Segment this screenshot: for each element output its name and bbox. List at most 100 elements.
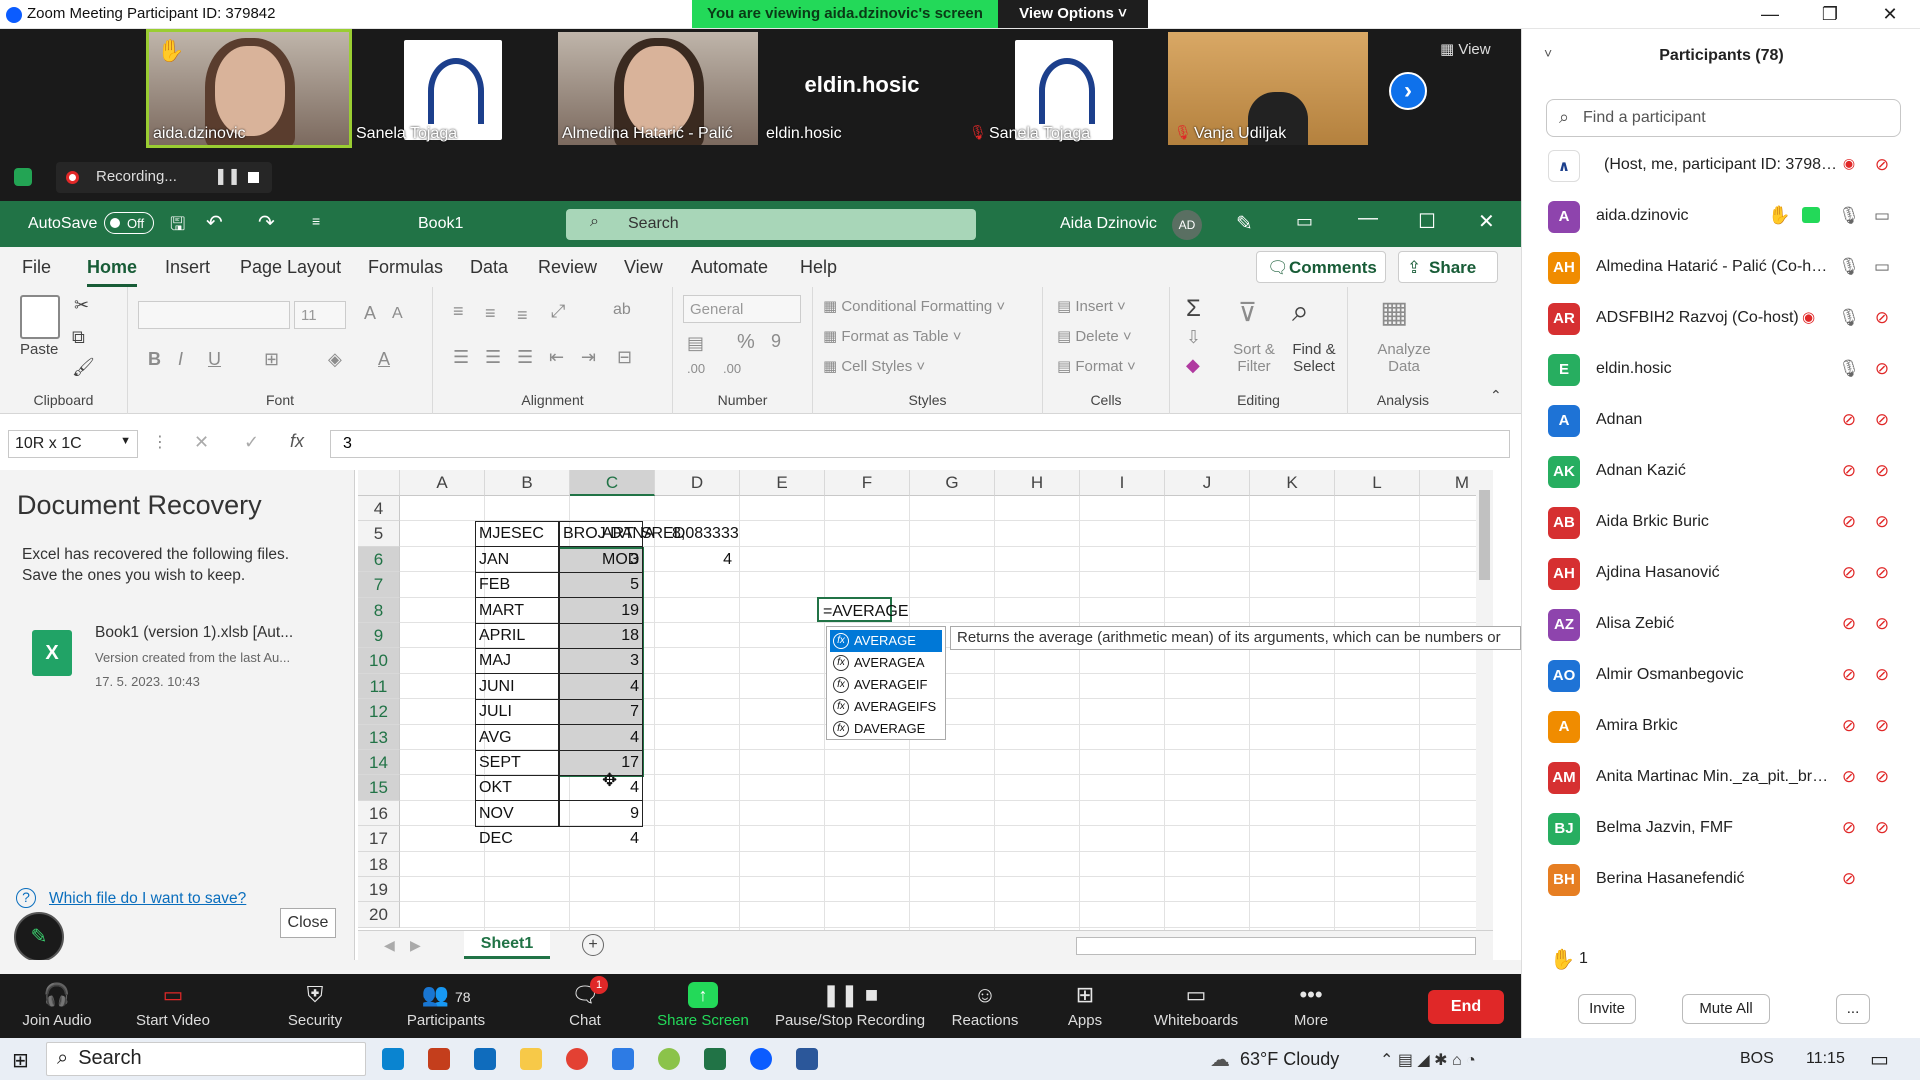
row-header[interactable]: 16 <box>358 800 400 827</box>
ribbon-display-icon[interactable]: ▭ <box>1296 211 1313 232</box>
table-cell[interactable]: MAJ <box>475 648 559 673</box>
autocomplete-item[interactable]: fx AVERAGEA <box>830 652 942 674</box>
increase-decimal-icon[interactable]: .00 <box>687 361 705 376</box>
video-tile[interactable]: ✋ aida.dzinovic <box>146 29 352 148</box>
italic-icon[interactable]: I <box>178 349 183 370</box>
insert-cells-button[interactable]: ▤ Insert ˅ <box>1057 297 1126 315</box>
column-header[interactable]: L <box>1335 470 1420 496</box>
tab-file[interactable]: File <box>22 257 51 278</box>
xl-maximize-icon[interactable]: ☐ <box>1418 209 1436 234</box>
format-as-table-button[interactable]: ▦ Format as Table ˅ <box>823 327 962 345</box>
paste-label[interactable]: Paste <box>20 341 58 358</box>
find-select-icon[interactable]: ⌕ <box>1292 295 1309 329</box>
row-header[interactable]: 13 <box>358 724 400 750</box>
language-indicator[interactable]: BOS <box>1740 1050 1774 1068</box>
undo-icon[interactable]: ↶ <box>206 210 223 235</box>
redo-icon[interactable]: ↷ <box>258 210 275 235</box>
autosave-toggle[interactable]: Off <box>104 212 154 234</box>
cell-F8-editing[interactable]: =AVERAGE <box>817 597 909 623</box>
comments-button[interactable]: 🗨 Comments <box>1256 251 1386 283</box>
annotate-pencil-icon[interactable]: ✎ <box>14 912 64 962</box>
more-options-button[interactable]: ... <box>1836 994 1870 1024</box>
sort-filter-button[interactable]: Sort & Filter <box>1232 341 1276 375</box>
search-box[interactable]: ⌕ Search <box>566 209 976 240</box>
participant-row[interactable]: AH Ajdina Hasanović ⊘ ⊘ <box>1522 548 1902 599</box>
conditional-formatting-button[interactable]: ▦ Conditional Formatting ˅ <box>823 297 1005 315</box>
font-color-icon[interactable]: A <box>378 349 390 370</box>
column-header[interactable]: G <box>910 470 995 496</box>
wrap-text-icon[interactable]: ab <box>613 301 631 319</box>
cancel-icon[interactable]: ✕ <box>194 432 209 453</box>
save-icon[interactable]: 🖫 <box>170 212 185 242</box>
row-header[interactable]: 9 <box>358 623 400 649</box>
close-icon[interactable]: ✕ <box>1860 0 1920 29</box>
mute-all-button[interactable]: Mute All <box>1682 994 1770 1024</box>
row-header[interactable]: 18 <box>358 851 400 877</box>
tab-page-layout[interactable]: Page Layout <box>240 257 341 278</box>
table-cell[interactable]: OKT <box>475 775 559 800</box>
delete-cells-button[interactable]: ▤ Delete ˅ <box>1057 327 1132 345</box>
borders-icon[interactable]: ⊞ <box>264 349 279 370</box>
align-right-icon[interactable]: ☰ <box>517 347 533 368</box>
table-cell[interactable]: FEB <box>475 572 559 597</box>
cell-F6[interactable]: 4 <box>668 547 736 572</box>
participant-row[interactable]: Eeldin.hosic 🎙 ⊘ <box>1522 344 1902 395</box>
table-cell[interactable]: 7 <box>559 699 643 724</box>
video-tile[interactable]: Vanja Udiljak 🎙 <box>1168 32 1368 145</box>
table-cell[interactable]: 19 <box>559 598 643 623</box>
participant-row[interactable]: AK Adnan Kazić ⊘ ⊘ <box>1522 446 1902 497</box>
insert-function-icon[interactable]: fx <box>290 431 304 452</box>
view-options-button[interactable]: View Options ˅ <box>998 0 1148 28</box>
participant-row[interactable]: A Amira Brkic ⊘ ⊘ <box>1522 701 1902 752</box>
recovery-close-button[interactable]: Close <box>280 908 336 938</box>
table-cell[interactable]: 4 <box>559 674 643 699</box>
participant-row[interactable]: Aaida.dzinovic 🎙 ▭ ✋ <box>1522 191 1902 242</box>
share-screen-button[interactable]: ↑ Share Screen <box>648 974 758 1038</box>
xl-minimize-icon[interactable]: — <box>1358 207 1378 230</box>
more-button[interactable]: ••• More <box>1266 974 1356 1038</box>
fill-color-icon[interactable]: ◈ <box>328 349 342 370</box>
row-header[interactable]: 12 <box>358 699 400 725</box>
cell-E6[interactable]: MOD <box>598 547 643 572</box>
align-top-icon[interactable]: ≡ <box>453 301 464 322</box>
table-header[interactable]: MJESEC <box>475 521 559 546</box>
tab-view[interactable]: View <box>624 257 663 278</box>
row-header[interactable]: 4 <box>358 496 400 522</box>
next-sheet-icon[interactable]: ▶ <box>410 937 421 954</box>
edge-icon[interactable] <box>382 1048 404 1070</box>
taskbar-search[interactable]: ⌕ Search <box>46 1042 366 1076</box>
stop-icon[interactable] <box>248 172 259 183</box>
font-size-select[interactable]: 11 <box>294 301 346 329</box>
select-all-corner[interactable] <box>358 470 400 496</box>
autocomplete-item[interactable]: fx AVERAGE <box>830 630 942 652</box>
xl-close-icon[interactable]: ✕ <box>1478 209 1495 234</box>
minimize-icon[interactable]: — <box>1740 0 1800 29</box>
chrome-icon[interactable] <box>566 1048 588 1070</box>
table-cell[interactable]: JAN <box>475 547 559 572</box>
participants-button[interactable]: 👥 78 Participants <box>398 974 494 1038</box>
word-icon[interactable] <box>796 1048 818 1070</box>
tab-automate[interactable]: Automate <box>691 257 768 278</box>
zoom-taskbar-icon[interactable] <box>750 1048 772 1070</box>
clear-icon[interactable]: ◆ <box>1186 355 1200 376</box>
row-header[interactable]: 6 <box>358 546 400 573</box>
apps-button[interactable]: ⊞ Apps <box>1040 974 1130 1038</box>
pen-icon[interactable]: ✎ <box>1236 211 1253 236</box>
file-explorer-icon[interactable] <box>520 1048 542 1070</box>
table-cell[interactable]: JUNI <box>475 674 559 699</box>
tab-formulas[interactable]: Formulas <box>368 257 443 278</box>
row-header[interactable]: 7 <box>358 572 400 598</box>
participant-search-input[interactable]: ⌕ Find a participant <box>1546 99 1901 137</box>
tab-insert[interactable]: Insert <box>165 257 210 278</box>
table-cell[interactable]: AVG <box>475 725 559 750</box>
outlook-icon[interactable] <box>474 1048 496 1070</box>
column-header[interactable]: D <box>655 470 740 496</box>
row-header[interactable]: 8 <box>358 597 400 623</box>
orientation-icon[interactable]: ⤢ <box>551 301 565 322</box>
video-tile[interactable]: Almedina Hatarić - Palić <box>558 32 758 145</box>
percent-icon[interactable]: % <box>737 331 755 354</box>
collapse-ribbon-icon[interactable]: ⌃ <box>1490 387 1502 404</box>
table-cell[interactable]: APRIL <box>475 623 559 648</box>
table-cell[interactable]: 5 <box>559 572 643 597</box>
align-bottom-icon[interactable]: ≡ <box>517 305 528 326</box>
